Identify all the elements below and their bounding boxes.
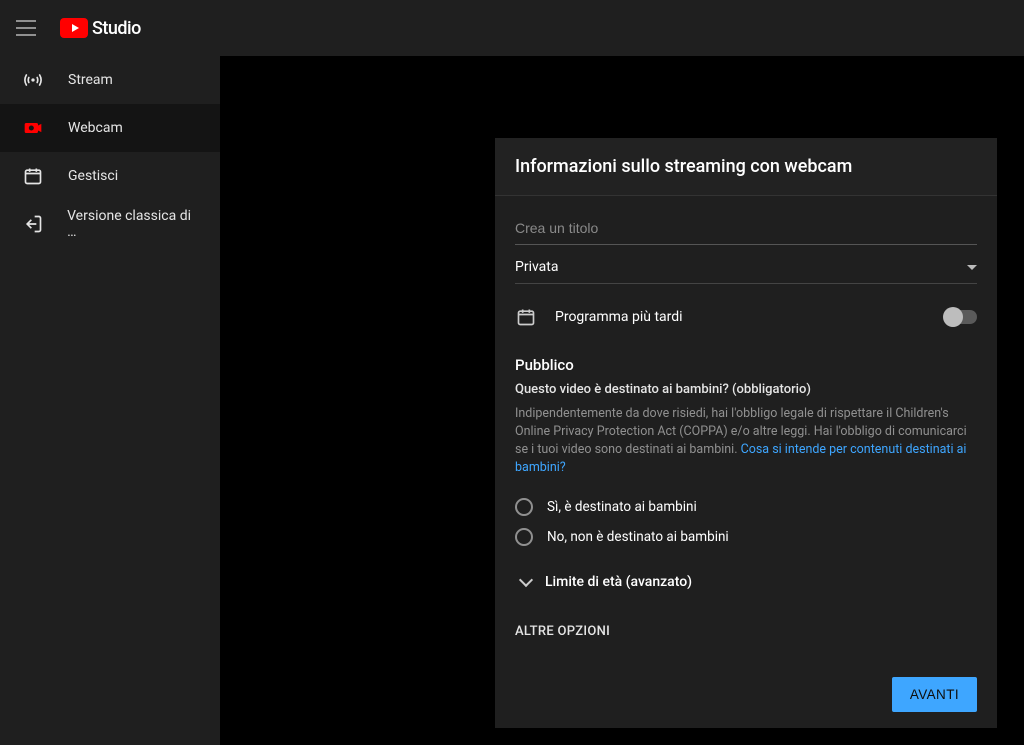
audience-question: Questo video è destinato ai bambini? (ob… (515, 382, 977, 397)
webcam-info-panel: Informazioni sullo streaming con webcam … (495, 138, 997, 728)
sidebar-item-webcam[interactable]: Webcam (0, 104, 220, 152)
schedule-label: Programma più tardi (555, 309, 683, 325)
top-bar: Studio (0, 0, 1024, 56)
radio-icon (515, 498, 533, 516)
sidebar-item-stream[interactable]: Stream (0, 56, 220, 104)
expander-label: Limite di età (avanzato) (545, 574, 692, 590)
panel-footer: AVANTI (495, 661, 997, 728)
next-button[interactable]: AVANTI (892, 677, 977, 712)
youtube-icon (60, 18, 88, 38)
audience-description: Indipendentemente da dove risiedi, hai l… (515, 405, 977, 478)
webcam-icon (22, 117, 44, 139)
menu-icon[interactable] (16, 16, 40, 40)
radio-icon (515, 528, 533, 546)
panel-title: Informazioni sullo streaming con webcam (495, 138, 997, 196)
chevron-down-icon (519, 572, 533, 586)
privacy-select[interactable]: Privata (515, 245, 977, 284)
brand-text: Studio (92, 18, 141, 39)
radio-made-for-kids-no[interactable]: No, non è destinato ai bambini (515, 522, 977, 552)
schedule-row: Programma più tardi (515, 284, 977, 338)
radio-label: No, non è destinato ai bambini (547, 529, 729, 545)
sidebar-item-label: Webcam (68, 120, 123, 136)
sidebar-item-classic[interactable]: Versione classica di … (0, 200, 220, 248)
radio-made-for-kids-yes[interactable]: Sì, è destinato ai bambini (515, 492, 977, 522)
calendar-icon (515, 306, 537, 328)
sidebar-item-label: Gestisci (68, 168, 118, 184)
stream-icon (22, 69, 44, 91)
exit-icon (22, 213, 43, 235)
audience-section-title: Pubblico (515, 338, 977, 382)
sidebar-item-label: Versione classica di … (67, 208, 198, 240)
panel-body: Privata Programma più tardi Pubblico Que… (495, 196, 997, 661)
sidebar-item-label: Stream (68, 72, 113, 88)
calendar-icon (22, 165, 44, 187)
radio-label: Sì, è destinato ai bambini (547, 499, 697, 515)
logo[interactable]: Studio (60, 18, 141, 39)
privacy-value: Privata (515, 259, 558, 275)
sidebar: Stream Webcam Gestisci Versione classica… (0, 56, 220, 745)
sidebar-item-manage[interactable]: Gestisci (0, 152, 220, 200)
more-options-link[interactable]: ALTRE OPZIONI (515, 596, 977, 639)
schedule-toggle[interactable] (945, 310, 977, 324)
chevron-down-icon (967, 265, 977, 270)
age-restriction-expander[interactable]: Limite di età (avanzato) (515, 552, 977, 596)
main-area: Informazioni sullo streaming con webcam … (220, 56, 1024, 745)
stream-title-input[interactable] (515, 204, 977, 245)
